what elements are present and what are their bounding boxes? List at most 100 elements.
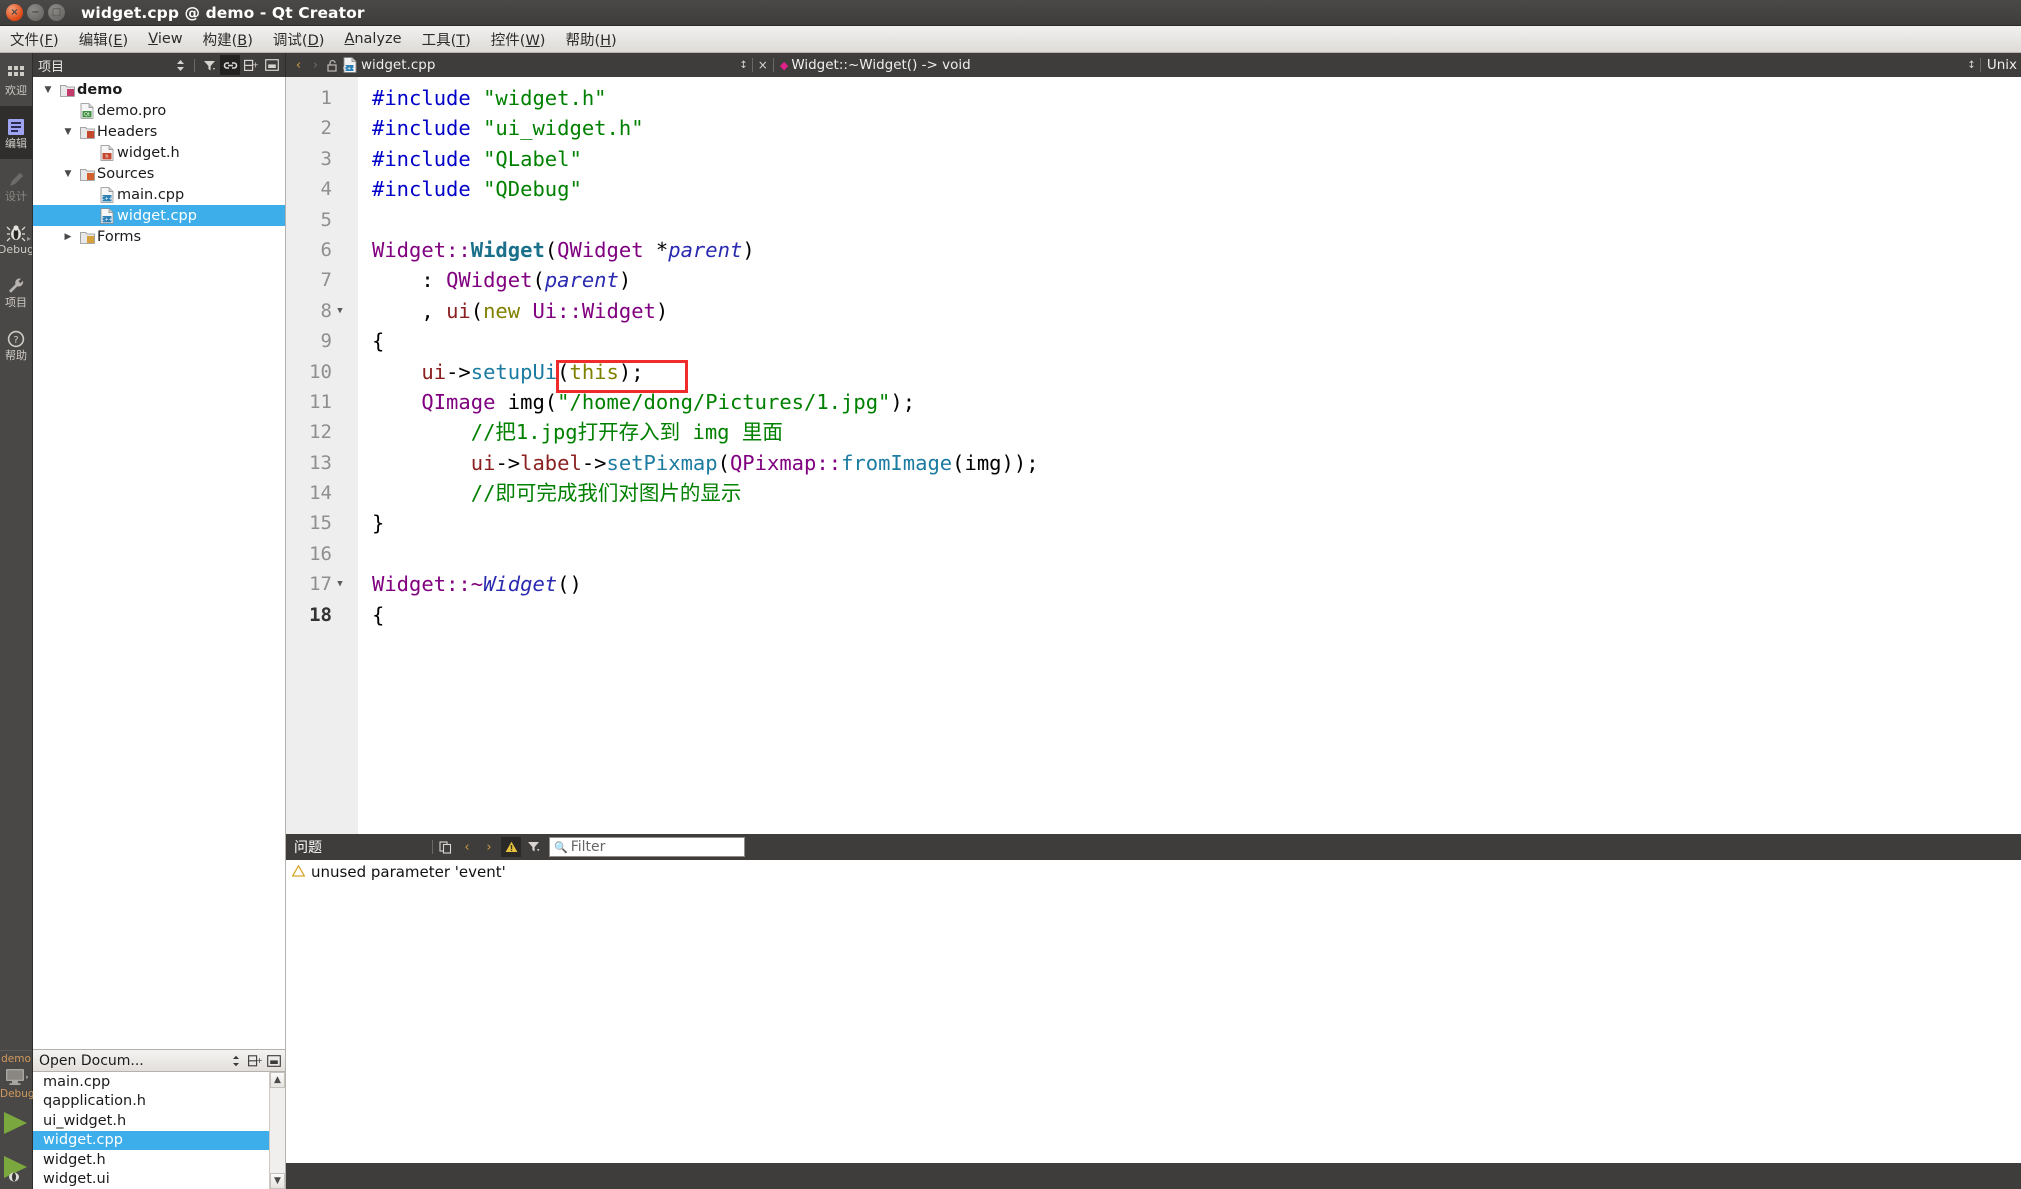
open-document-main-cpp[interactable]: main.cpp: [33, 1072, 285, 1092]
code-line-10[interactable]: ui->setupUi(this);: [358, 357, 2021, 387]
tree-item-main-cpp[interactable]: C++ main.cpp: [33, 184, 285, 205]
tree-item-label: demo: [77, 81, 123, 98]
menu-item-7[interactable]: 工具(T): [412, 27, 481, 52]
warning-filter-icon[interactable]: [501, 837, 521, 857]
close-icon[interactable]: [262, 55, 282, 75]
menu-item-5[interactable]: 调试(D): [263, 27, 335, 52]
tree-item-headers[interactable]: ▼ Headers: [33, 121, 285, 142]
close-button[interactable]: ×: [6, 4, 23, 21]
code-line-8[interactable]: , ui(new Ui::Widget): [358, 296, 2021, 326]
menu-item-3[interactable]: View: [138, 29, 192, 49]
sort-updown-icon[interactable]: [170, 55, 190, 75]
code-line-7[interactable]: : QWidget(parent): [358, 265, 2021, 295]
maximize-button[interactable]: □: [48, 4, 65, 21]
code-line-13[interactable]: ui->label->setPixmap(QPixmap::fromImage(…: [358, 448, 2021, 478]
open-document-widget-cpp[interactable]: widget.cpp: [33, 1130, 285, 1150]
open-documents-list: ▲ ▼ main.cpp qapplication.h ui_widget.h wid…: [33, 1072, 285, 1189]
bookmark-diamond-icon[interactable]: ◆: [774, 59, 791, 72]
code-token: ->: [581, 450, 607, 475]
chevron-down-icon[interactable]: ▼: [59, 169, 77, 179]
mode-help[interactable]: ? 帮助: [0, 318, 32, 371]
code-line-4[interactable]: #include "QDebug": [358, 174, 2021, 204]
tree-item-forms[interactable]: ▶ Forms: [33, 226, 285, 247]
split-icon[interactable]: +: [241, 55, 261, 75]
mode-edit[interactable]: 编辑: [0, 106, 32, 159]
tree-item-sources[interactable]: ▼ Sources: [33, 163, 285, 184]
code-line-3[interactable]: #include "QLabel": [358, 144, 2021, 174]
editor-file-dropdown[interactable]: ↕: [735, 60, 751, 71]
editor-symbol-combo[interactable]: Widget::~Widget() -> void: [791, 57, 970, 73]
code-line-1[interactable]: #include "widget.h": [358, 83, 2021, 113]
sort-updown-icon[interactable]: [227, 1052, 244, 1069]
code-line-16[interactable]: [358, 539, 2021, 569]
tree-item-demo-pro[interactable]: Qt demo.pro: [33, 100, 285, 121]
mode-projects[interactable]: 项目: [0, 265, 32, 318]
mode-debug[interactable]: ▸ Debug: [0, 212, 32, 265]
start-debugging-button[interactable]: [0, 1145, 32, 1189]
mode-welcome[interactable]: 欢迎: [0, 53, 32, 106]
code-line-14[interactable]: //即可完成我们对图片的显示: [358, 478, 2021, 508]
code-line-18[interactable]: {: [358, 600, 2021, 630]
filter-icon[interactable]: [199, 55, 219, 75]
minimize-button[interactable]: −: [27, 4, 44, 21]
issue-row[interactable]: unused parameter 'event': [286, 860, 2021, 884]
tree-item-demo[interactable]: ▼ demo: [33, 79, 285, 100]
prev-issue-icon[interactable]: ‹: [457, 837, 477, 857]
open-document-ui-widget-h[interactable]: ui_widget.h: [33, 1111, 285, 1131]
kit-selector[interactable]: demo ▸ Debug: [0, 1050, 35, 1101]
issues-body[interactable]: unused parameter 'event': [286, 860, 2021, 1163]
nav-forward-button[interactable]: ›: [307, 58, 324, 73]
menu-item-4[interactable]: 构建(B): [193, 27, 263, 52]
menu-item-1[interactable]: 文件(F): [0, 27, 69, 52]
code-line-11[interactable]: QImage img("/home/dong/Pictures/1.jpg");: [358, 387, 2021, 417]
line-number-9: 9: [286, 326, 358, 356]
issues-filter-box[interactable]: 🔍 Filter: [549, 837, 745, 857]
open-documents-title: Open Docum...: [39, 1052, 144, 1069]
cpp-file-icon: C++: [341, 57, 359, 73]
issues-filter-placeholder: Filter: [570, 839, 606, 855]
nav-back-button[interactable]: ‹: [290, 58, 307, 73]
encoding-label[interactable]: Unix: [1981, 57, 2017, 73]
editor-filename[interactable]: widget.cpp: [361, 57, 435, 73]
menu-item-2[interactable]: 编辑(E): [69, 27, 139, 52]
chevron-right-icon[interactable]: ▶: [59, 232, 77, 242]
link-icon[interactable]: [220, 55, 240, 75]
run-button[interactable]: [0, 1101, 32, 1145]
code-area[interactable]: #include "widget.h" #include "ui_widget.h…: [358, 77, 2021, 834]
mode-design[interactable]: 设计: [0, 159, 32, 212]
open-document-widget-ui[interactable]: widget.ui: [33, 1170, 285, 1189]
fold-marker-icon[interactable]: ▼: [332, 569, 348, 599]
code-line-15[interactable]: }: [358, 508, 2021, 538]
menu-item-6[interactable]: Analyze: [334, 29, 411, 49]
encoding-dropdown[interactable]: ↕: [1963, 60, 1979, 71]
editor-close-button[interactable]: ×: [753, 58, 773, 72]
open-document-qapplication-h[interactable]: qapplication.h: [33, 1092, 285, 1112]
code-token: fromImage: [841, 450, 953, 475]
copy-icon[interactable]: [435, 837, 455, 857]
code-editor[interactable]: 1 2 3 4 5 6 7 8 ▼ 9 10 11 12 13 14 15 16 17 ▼ 18 #include "…: [286, 77, 2021, 834]
code-line-9[interactable]: {: [358, 326, 2021, 356]
code-token: (img));: [952, 450, 1039, 475]
fold-marker-icon[interactable]: ▼: [332, 296, 348, 326]
open-document-widget-h[interactable]: widget.h: [33, 1150, 285, 1170]
code-line-6[interactable]: Widget::Widget(QWidget *parent): [358, 235, 2021, 265]
code-line-12[interactable]: //把1.jpg打开存入到 img 里面: [358, 417, 2021, 447]
chevron-down-icon[interactable]: ▼: [59, 127, 77, 137]
code-token: new: [483, 298, 521, 323]
next-issue-icon[interactable]: ›: [479, 837, 499, 857]
code-line-2[interactable]: #include "ui_widget.h": [358, 113, 2021, 143]
menu-item-8[interactable]: 控件(W): [481, 27, 556, 52]
tree-item-widget-h[interactable]: h widget.h: [33, 142, 285, 163]
menu-item-9[interactable]: 帮助(H): [555, 27, 626, 52]
filter-icon[interactable]: [523, 837, 543, 857]
tree-item-widget-cpp[interactable]: C++ widget.cpp: [33, 205, 285, 226]
chevron-down-icon[interactable]: ▼: [39, 85, 57, 95]
scroll-down-arrow-icon[interactable]: ▼: [270, 1173, 285, 1189]
code-line-17[interactable]: Widget::~Widget(): [358, 569, 2021, 599]
unlocked-icon[interactable]: [324, 59, 341, 72]
open-documents-scrollbar[interactable]: ▲ ▼: [269, 1072, 285, 1189]
code-line-5[interactable]: [358, 205, 2021, 235]
split-icon[interactable]: +: [246, 1052, 263, 1069]
scroll-up-arrow-icon[interactable]: ▲: [270, 1072, 285, 1088]
close-icon[interactable]: [265, 1052, 282, 1069]
